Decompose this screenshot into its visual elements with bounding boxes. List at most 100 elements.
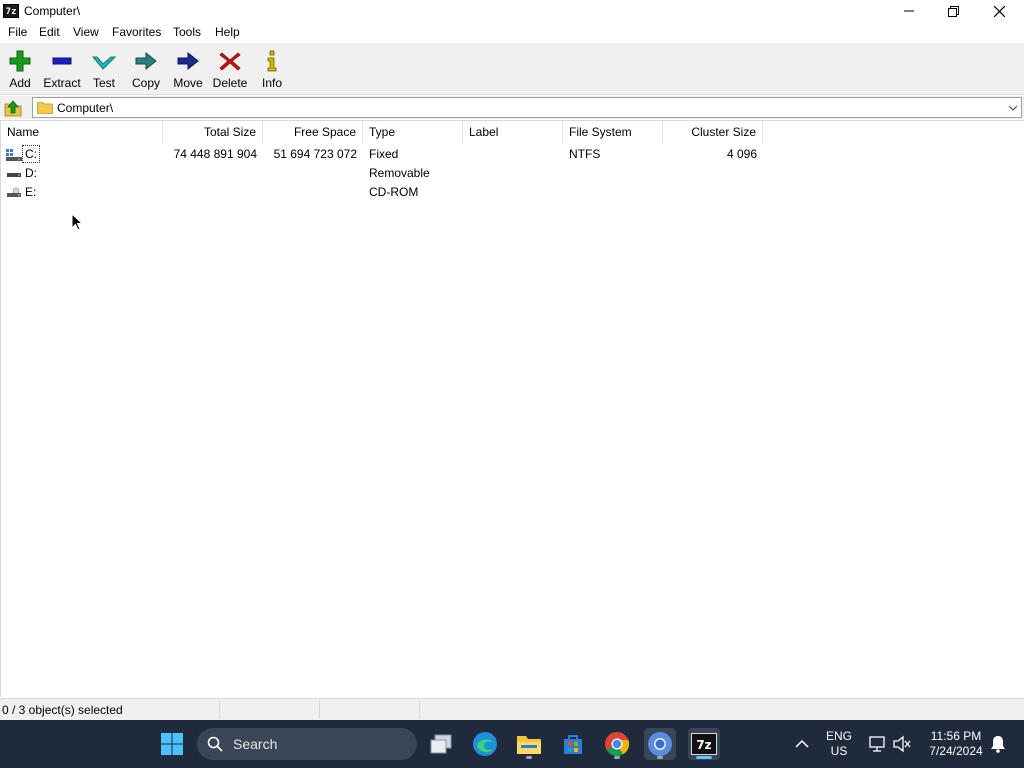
menu-file[interactable]: File — [7, 25, 28, 39]
menu-tools[interactable]: Tools — [172, 25, 202, 39]
cdrom-drive-icon — [7, 187, 21, 197]
column-free-space[interactable]: Free Space — [263, 121, 363, 144]
add-button[interactable]: Add — [0, 47, 42, 93]
fixed-drive-icon — [6, 149, 22, 161]
type-cell: Fixed — [369, 147, 399, 161]
menu-help[interactable]: Help — [214, 25, 241, 39]
extract-label: Extract — [43, 76, 81, 90]
chevron-down-icon[interactable] — [1007, 102, 1019, 114]
menu-bar: File Edit View Favorites Tools Help — [0, 22, 1024, 43]
running-indicator — [657, 756, 663, 759]
free-space-cell — [263, 183, 363, 202]
start-button[interactable] — [156, 728, 188, 760]
total-size-cell — [163, 183, 263, 202]
store-button[interactable] — [557, 728, 589, 760]
region-code: US — [830, 744, 848, 758]
column-name[interactable]: Name — [1, 121, 163, 144]
removable-drive-icon — [7, 173, 21, 177]
mouse-cursor-icon — [71, 213, 83, 231]
windows-start-icon — [161, 733, 183, 755]
chrome-icon — [605, 732, 630, 757]
move-button[interactable]: Move — [166, 47, 210, 93]
chrome-button[interactable] — [601, 728, 633, 760]
window-title: Computer\ — [24, 4, 81, 18]
drive-name: C: — [22, 145, 40, 163]
close-icon — [993, 5, 1005, 17]
delete-label: Delete — [212, 76, 248, 90]
info-label: Info — [261, 76, 282, 90]
file-list[interactable]: Name Total Size Free Space Type Label Fi… — [0, 120, 1024, 697]
active-indicator — [696, 756, 712, 759]
column-total-size[interactable]: Total Size — [163, 121, 263, 144]
running-indicator — [526, 756, 532, 759]
minimize-button[interactable] — [886, 0, 932, 22]
extract-icon — [52, 57, 72, 65]
restore-icon — [947, 5, 959, 17]
edge-button[interactable] — [469, 728, 501, 760]
selection-status: 0 / 3 object(s) selected — [0, 701, 220, 719]
type-cell: Removable — [369, 166, 430, 180]
status-bar: 0 / 3 object(s) selected — [0, 698, 1024, 720]
chrome-profile-button[interactable] — [644, 728, 676, 760]
language-indicator[interactable]: ENG US — [820, 729, 858, 759]
address-input[interactable]: Computer\ — [32, 97, 1022, 118]
taskbar-search[interactable]: Search — [197, 728, 417, 760]
language-code: ENG — [825, 729, 852, 743]
notifications-button[interactable] — [982, 728, 1014, 760]
type-cell: CD-ROM — [369, 185, 419, 199]
copy-arrow-icon — [135, 51, 157, 71]
menu-edit[interactable]: Edit — [38, 25, 61, 39]
info-icon — [267, 50, 277, 72]
status-panel-3 — [320, 701, 420, 719]
search-placeholder: Search — [233, 736, 278, 752]
restore-button[interactable] — [930, 0, 976, 22]
drive-name: E: — [25, 185, 37, 199]
address-path: Computer\ — [57, 101, 114, 115]
title-bar[interactable]: 7z Computer\ — [0, 0, 1024, 22]
menu-favorites[interactable]: Favorites — [111, 25, 162, 39]
test-button[interactable]: Test — [82, 47, 126, 93]
list-header: Name Total Size Free Space Type Label Fi… — [1, 121, 763, 144]
cluster-size-cell — [663, 183, 763, 202]
volume-button[interactable] — [886, 728, 918, 760]
7zip-taskbar-button[interactable]: 7z — [688, 728, 720, 760]
running-indicator — [614, 756, 620, 759]
file-system-cell — [563, 164, 663, 183]
folder-up-icon[interactable] — [3, 98, 23, 118]
drive-row-c[interactable]: C: 74 448 891 904 51 694 723 072 Fixed N… — [1, 145, 763, 164]
7zip-app-icon[interactable]: 7z — [3, 4, 19, 18]
task-view-button[interactable] — [425, 728, 457, 760]
cluster-size-cell: 4 096 — [726, 147, 757, 161]
show-hidden-icons-button[interactable] — [786, 728, 818, 760]
column-label[interactable]: Label — [463, 121, 563, 144]
column-type[interactable]: Type — [363, 121, 463, 144]
volume-muted-icon — [893, 735, 911, 753]
test-label: Test — [92, 76, 115, 90]
total-size-cell: 74 448 891 904 — [173, 147, 257, 161]
close-button[interactable] — [976, 0, 1022, 22]
toolbar: Add Extract Test Copy Move Delete Info — [0, 43, 1024, 95]
delete-button[interactable]: Delete — [208, 47, 252, 93]
extract-button[interactable]: Extract — [40, 47, 84, 93]
7zip-icon: 7z — [691, 733, 717, 755]
total-size-cell — [163, 164, 263, 183]
folder-icon — [37, 102, 53, 114]
status-panel-2 — [220, 701, 320, 719]
menu-view[interactable]: View — [72, 25, 100, 39]
delete-x-icon — [219, 52, 241, 71]
file-explorer-icon — [517, 736, 541, 754]
cluster-size-cell — [663, 164, 763, 183]
column-file-system[interactable]: File System — [563, 121, 663, 144]
search-icon — [207, 736, 223, 752]
drive-row-d[interactable]: D: Removable — [1, 164, 763, 183]
edge-icon — [473, 732, 497, 756]
info-button[interactable]: Info — [250, 47, 294, 93]
free-space-cell — [263, 164, 363, 183]
file-explorer-button[interactable] — [513, 728, 545, 760]
column-cluster-size[interactable]: Cluster Size — [663, 121, 763, 144]
drive-row-e[interactable]: E: CD-ROM — [1, 183, 763, 202]
7zip-window: 7z Computer\ File Edit View Favorites To… — [0, 0, 1024, 720]
bell-icon — [991, 736, 1005, 753]
copy-button[interactable]: Copy — [124, 47, 168, 93]
address-bar: Computer\ — [0, 96, 1024, 119]
